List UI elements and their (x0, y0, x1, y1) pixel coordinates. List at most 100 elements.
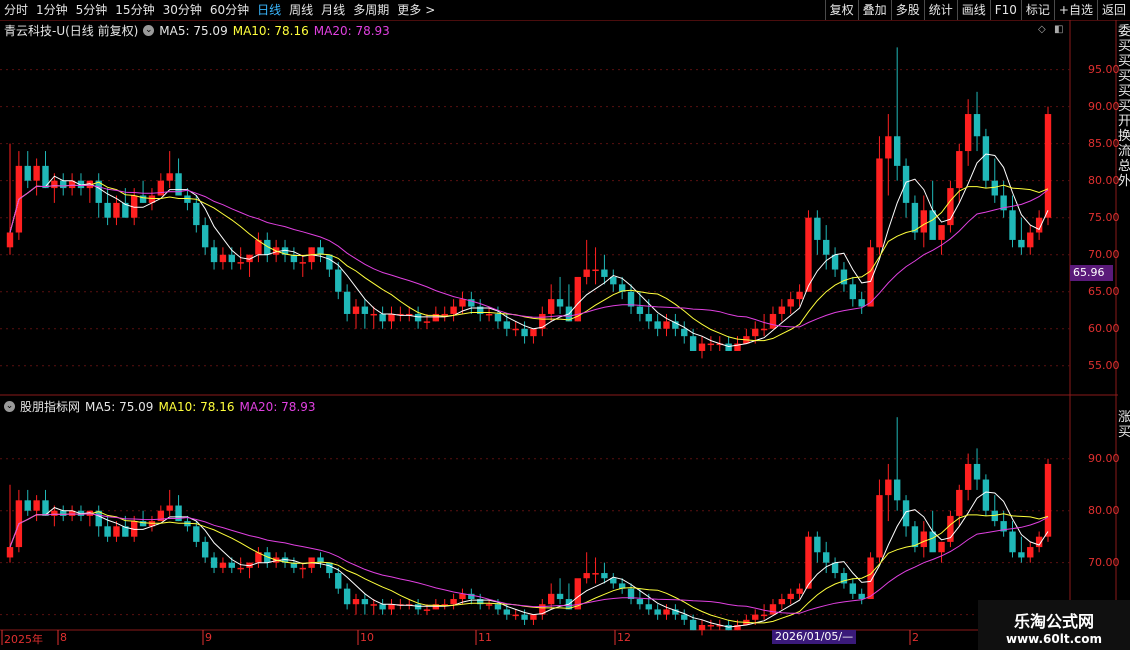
candle-body-main (831, 254, 839, 270)
candle-body-sub (335, 573, 342, 589)
candle-body-main (902, 165, 910, 203)
candle-body-main (769, 313, 777, 329)
y-tick-label: 70.00 (1088, 247, 1120, 261)
candle-body-main (423, 321, 431, 323)
candle-body-sub (636, 599, 644, 605)
candle-body-main (1044, 114, 1052, 218)
candle-body-main (441, 313, 448, 316)
y-tick-label: 95.00 (1088, 62, 1120, 76)
candle-body-main (237, 262, 244, 264)
ma10-value: MA10: 78.16 (232, 23, 309, 38)
candle-body-sub (485, 604, 493, 606)
candle-body-main (814, 217, 821, 240)
watermark-name: 乐淘公式网 (1013, 612, 1094, 631)
candle-body-sub (352, 599, 360, 605)
y-tick-label: 60.00 (1088, 321, 1120, 335)
candle-body-sub (450, 599, 457, 605)
candle-body-sub (379, 604, 386, 610)
candle-body-main (645, 313, 652, 322)
candle-body-main (370, 313, 377, 316)
candle-body-sub (973, 463, 981, 480)
candle-body-main (973, 114, 981, 137)
candle-body-sub (503, 609, 511, 615)
dropdown-icon[interactable]: ⌄ (143, 25, 155, 36)
quote-side-panel[interactable]: 委买买买买买开换流总外 (1118, 24, 1130, 394)
candle-body-main (379, 313, 386, 322)
candle-body-sub (414, 604, 422, 610)
candle-body-main (752, 328, 759, 337)
candle-body-sub (929, 531, 936, 553)
candle-body-main (982, 136, 990, 181)
candle-body-sub (902, 500, 910, 527)
candle-body-main (299, 262, 306, 264)
candle-body-sub (796, 588, 803, 594)
candle-body-main (228, 254, 235, 263)
candle-body-sub (104, 526, 111, 537)
quote-side-panel-lower[interactable]: 涨买 (1118, 410, 1130, 470)
candle-body-sub (530, 614, 537, 620)
candle-body-sub (805, 536, 812, 589)
candle-body-main (991, 180, 998, 196)
candle-body-main (920, 210, 927, 233)
candle-body-sub (494, 604, 502, 610)
ma20-value: MA20: 78.93 (313, 23, 390, 38)
indicator-title: 股朋指标网 (20, 400, 81, 414)
candle-body-main (929, 210, 936, 240)
candle-body-sub (787, 593, 794, 600)
candle-body-main (352, 306, 360, 314)
x-tick-label: 11 (478, 631, 492, 644)
candle-body-sub (210, 557, 218, 568)
candle-body-sub (1009, 531, 1016, 553)
dropdown-icon[interactable]: ⌄ (4, 401, 15, 412)
y-tick-label: 65.00 (1088, 284, 1120, 298)
candle-body-main (725, 343, 732, 351)
candle-body-main (610, 276, 617, 285)
candle-body-sub (370, 604, 377, 606)
candle-body-main (911, 202, 919, 233)
candle-body-main (494, 313, 502, 322)
candle-body-sub (219, 562, 227, 568)
candle-body-sub (654, 609, 661, 615)
candle-body-main (956, 151, 963, 189)
candle-body-main (335, 269, 342, 292)
candle-body-sub (769, 604, 777, 615)
candle-body-main (707, 343, 715, 346)
candle-body-main (1027, 232, 1034, 248)
candle-body-sub (760, 614, 768, 617)
candle-body-main (6, 232, 14, 248)
candle-body-sub (237, 567, 244, 570)
x-tick-label: 2 (912, 631, 919, 644)
candle-body-sub (547, 593, 555, 605)
candle-body-main (654, 321, 661, 329)
y-tick-label: 80.00 (1088, 503, 1120, 517)
candle-body-main (139, 195, 147, 203)
candle-body-main (51, 180, 58, 189)
candle-body-main (530, 328, 537, 337)
candle-body-sub (592, 573, 599, 575)
y-tick-label: 80.00 (1088, 173, 1120, 187)
y-tick-label: 55.00 (1088, 358, 1120, 372)
candle-body-main (104, 202, 111, 218)
diamond-icon[interactable]: ◇ (1038, 24, 1046, 35)
y-tick-label: 85.00 (1088, 136, 1120, 150)
candle-body-main (24, 165, 31, 181)
candle-body-sub (6, 547, 14, 558)
candle-body-main (512, 328, 519, 331)
candle-body-sub (201, 541, 209, 558)
candle-body-sub (1018, 552, 1025, 558)
candle-body-sub (1027, 547, 1034, 558)
candle-body-main (681, 328, 688, 337)
candle-body-sub (423, 609, 431, 611)
panel-toggle-icon[interactable]: ◧ (1054, 24, 1063, 35)
candle-body-main (823, 239, 830, 255)
candle-body-main (521, 328, 528, 337)
candle-body-sub (228, 562, 235, 568)
candle-body-sub (51, 510, 58, 516)
candle-body-main (388, 313, 395, 322)
candle-body-main (343, 291, 351, 314)
kline-chart[interactable] (0, 0, 1118, 650)
candle-body-sub (956, 489, 963, 516)
candle-body-sub (885, 479, 892, 496)
candle-body-sub (583, 573, 590, 579)
crosshair-date-tag: 2026/01/05/— (772, 630, 857, 644)
